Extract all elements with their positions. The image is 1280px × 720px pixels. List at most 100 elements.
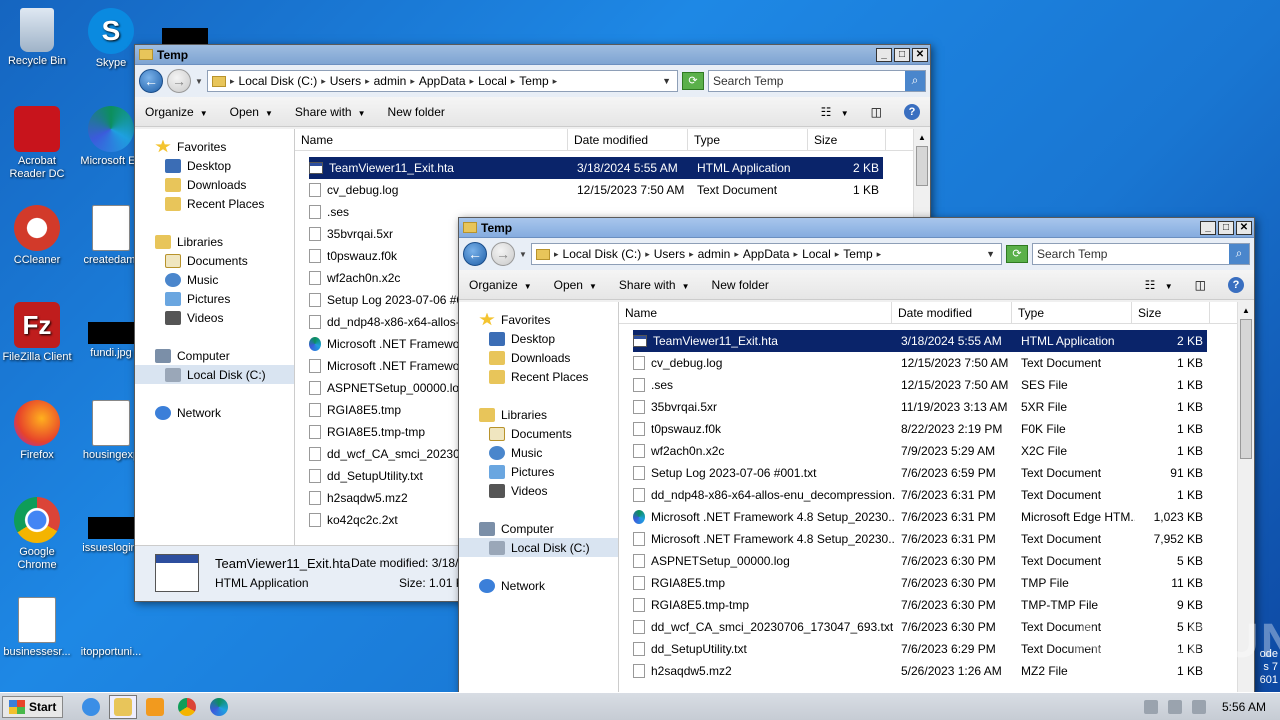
forward-button[interactable]: → xyxy=(491,242,515,266)
nav-network[interactable]: Network xyxy=(459,576,618,595)
open-button[interactable]: Open ▼ xyxy=(554,278,597,292)
breadcrumb-item[interactable]: admin xyxy=(698,247,731,261)
taskbar-explorer[interactable] xyxy=(109,694,138,719)
organize-button[interactable]: Organize ▼ xyxy=(145,105,208,119)
desktop-icon-firefox[interactable]: Firefox xyxy=(0,400,74,462)
desktop-icon-businessesr[interactable]: businessesr... xyxy=(0,597,74,659)
nav-pictures[interactable]: Pictures xyxy=(459,462,618,481)
nav-local-disk[interactable]: Local Disk (C:) xyxy=(459,538,618,557)
maximize-button[interactable]: □ xyxy=(894,47,910,62)
table-row[interactable]: .ses 12/15/2023 7:50 AM SES File 1 KB xyxy=(633,374,1207,396)
table-row[interactable]: RGIA8E5.tmp-tmp 7/6/2023 6:30 PM TMP-TMP F… xyxy=(633,594,1207,616)
scroll-thumb[interactable] xyxy=(916,146,928,186)
preview-pane-button[interactable]: ◫ xyxy=(1195,278,1206,292)
column-size[interactable]: Size xyxy=(808,129,886,151)
minimize-button[interactable]: _ xyxy=(876,47,892,62)
chevron-down-icon[interactable]: ▼ xyxy=(986,249,995,259)
chevron-down-icon[interactable]: ▼ xyxy=(662,76,671,86)
new-folder-button[interactable]: New folder xyxy=(712,278,769,292)
nav-favorites[interactable]: Favorites xyxy=(135,137,294,156)
taskbar-edge[interactable] xyxy=(205,695,233,719)
nav-libraries[interactable]: Libraries xyxy=(135,232,294,251)
organize-button[interactable]: Organize ▼ xyxy=(469,278,532,292)
column-type[interactable]: Type xyxy=(1012,302,1132,324)
scroll-up-arrow[interactable]: ▲ xyxy=(1238,302,1254,319)
nav-downloads[interactable]: Downloads xyxy=(459,348,618,367)
table-row[interactable]: TeamViewer11_Exit.hta 3/18/2024 5:55 AM HT… xyxy=(633,330,1207,352)
nav-documents[interactable]: Documents xyxy=(135,251,294,270)
speaker-icon[interactable] xyxy=(1143,700,1158,714)
nav-music[interactable]: Music xyxy=(135,270,294,289)
title-bar[interactable]: Temp _ □ ✕ xyxy=(135,45,930,65)
table-row[interactable]: Setup Log 2023-07-06 #001.txt 7/6/2023 6:… xyxy=(633,462,1207,484)
breadcrumb-item[interactable]: Temp xyxy=(843,247,872,261)
column-name[interactable]: Name xyxy=(619,302,892,324)
network-tray-icon[interactable] xyxy=(1167,700,1182,714)
nav-network[interactable]: Network xyxy=(135,403,294,422)
back-button[interactable]: ← xyxy=(463,242,487,266)
address-bar[interactable]: ▸ Local Disk (C:) ▸ Users ▸ admin ▸ AppD… xyxy=(531,243,1002,265)
nav-recent-places[interactable]: Recent Places xyxy=(459,367,618,386)
forward-button[interactable]: → xyxy=(167,69,191,93)
column-size[interactable]: Size xyxy=(1132,302,1210,324)
table-row[interactable]: ASPNETSetup_00000.log 7/6/2023 6:30 PM Tex… xyxy=(633,550,1207,572)
search-icon[interactable]: ⌕ xyxy=(1229,244,1249,264)
column-name[interactable]: Name xyxy=(295,129,568,151)
breadcrumb-item[interactable]: Local Disk (C:) xyxy=(563,247,642,261)
taskbar-media-player[interactable] xyxy=(141,695,169,719)
nav-pictures[interactable]: Pictures xyxy=(135,289,294,308)
scroll-thumb[interactable] xyxy=(1240,319,1252,459)
close-button[interactable]: ✕ xyxy=(1236,220,1252,235)
breadcrumb-item[interactable]: admin xyxy=(374,74,407,88)
desktop-icon-acrobat[interactable]: Acrobat Reader DC xyxy=(0,106,74,181)
nav-videos[interactable]: Videos xyxy=(135,308,294,327)
nav-computer[interactable]: Computer xyxy=(135,346,294,365)
refresh-button[interactable]: ⟳ xyxy=(682,72,704,90)
breadcrumb-item[interactable]: Users xyxy=(330,74,361,88)
table-row[interactable]: Microsoft .NET Framework 4.8 Setup_20230… xyxy=(633,506,1207,528)
nav-local-disk[interactable]: Local Disk (C:) xyxy=(135,365,294,384)
help-icon[interactable]: ? xyxy=(1228,276,1244,293)
help-icon[interactable]: ? xyxy=(904,103,920,120)
desktop-icon-filezilla[interactable]: Fz FileZilla Client xyxy=(0,302,74,364)
desktop-icon-recycle-bin[interactable]: Recycle Bin xyxy=(0,8,74,68)
breadcrumb-item[interactable]: Temp xyxy=(519,74,548,88)
nav-downloads[interactable]: Downloads xyxy=(135,175,294,194)
nav-desktop[interactable]: Desktop xyxy=(459,329,618,348)
taskbar-chrome[interactable] xyxy=(173,695,201,719)
new-folder-button[interactable]: New folder xyxy=(388,105,445,119)
search-input[interactable]: Search Temp ⌕ xyxy=(1032,243,1250,265)
breadcrumb-item[interactable]: Users xyxy=(654,247,685,261)
share-with-button[interactable]: Share with ▼ xyxy=(295,105,366,119)
column-date-modified[interactable]: Date modified xyxy=(568,129,688,151)
nav-desktop[interactable]: Desktop xyxy=(135,156,294,175)
minimize-button[interactable]: _ xyxy=(1200,220,1216,235)
title-bar[interactable]: Temp _ □ ✕ xyxy=(459,218,1254,238)
table-row[interactable]: 35bvrqai.5xr 11/19/2023 3:13 AM 5XR File 1 … xyxy=(633,396,1207,418)
table-row[interactable]: cv_debug.log 12/15/2023 7:50 AM Text Docum… xyxy=(309,179,883,201)
preview-pane-button[interactable]: ◫ xyxy=(871,105,882,119)
table-row[interactable]: wf2ach0n.x2c 7/9/2023 5:29 AM X2C File 1 KB xyxy=(633,440,1207,462)
search-icon[interactable]: ⌕ xyxy=(905,71,925,91)
breadcrumb-item[interactable]: AppData xyxy=(419,74,466,88)
table-row[interactable]: TeamViewer11_Exit.hta 3/18/2024 5:55 AM HT… xyxy=(309,157,883,179)
breadcrumb-item[interactable]: Local xyxy=(478,74,507,88)
desktop-icon-itopportuni[interactable]: itopportuni... xyxy=(74,597,148,659)
breadcrumb-item[interactable]: Local Disk (C:) xyxy=(239,74,318,88)
open-button[interactable]: Open ▼ xyxy=(230,105,273,119)
nav-videos[interactable]: Videos xyxy=(459,481,618,500)
breadcrumb-item[interactable]: Local xyxy=(802,247,831,261)
scroll-up-arrow[interactable]: ▲ xyxy=(914,129,930,146)
table-row[interactable]: dd_ndp48-x86-x64-allos-enu_decompression… xyxy=(633,484,1207,506)
desktop-icon-chrome[interactable]: Google Chrome xyxy=(0,497,74,572)
nav-computer[interactable]: Computer xyxy=(459,519,618,538)
table-row[interactable]: cv_debug.log 12/15/2023 7:50 AM Text Docum… xyxy=(633,352,1207,374)
maximize-button[interactable]: □ xyxy=(1218,220,1234,235)
close-button[interactable]: ✕ xyxy=(912,47,928,62)
clock[interactable]: 5:56 AM xyxy=(1222,700,1266,714)
address-bar[interactable]: ▸ Local Disk (C:) ▸ Users ▸ admin ▸ AppD… xyxy=(207,70,678,92)
table-row[interactable]: Microsoft .NET Framework 4.8 Setup_20230… xyxy=(633,528,1207,550)
chevron-down-icon[interactable]: ▼ xyxy=(195,77,203,86)
start-button[interactable]: Start xyxy=(2,695,64,718)
view-options-button[interactable]: ☷ ▼ xyxy=(821,105,849,119)
